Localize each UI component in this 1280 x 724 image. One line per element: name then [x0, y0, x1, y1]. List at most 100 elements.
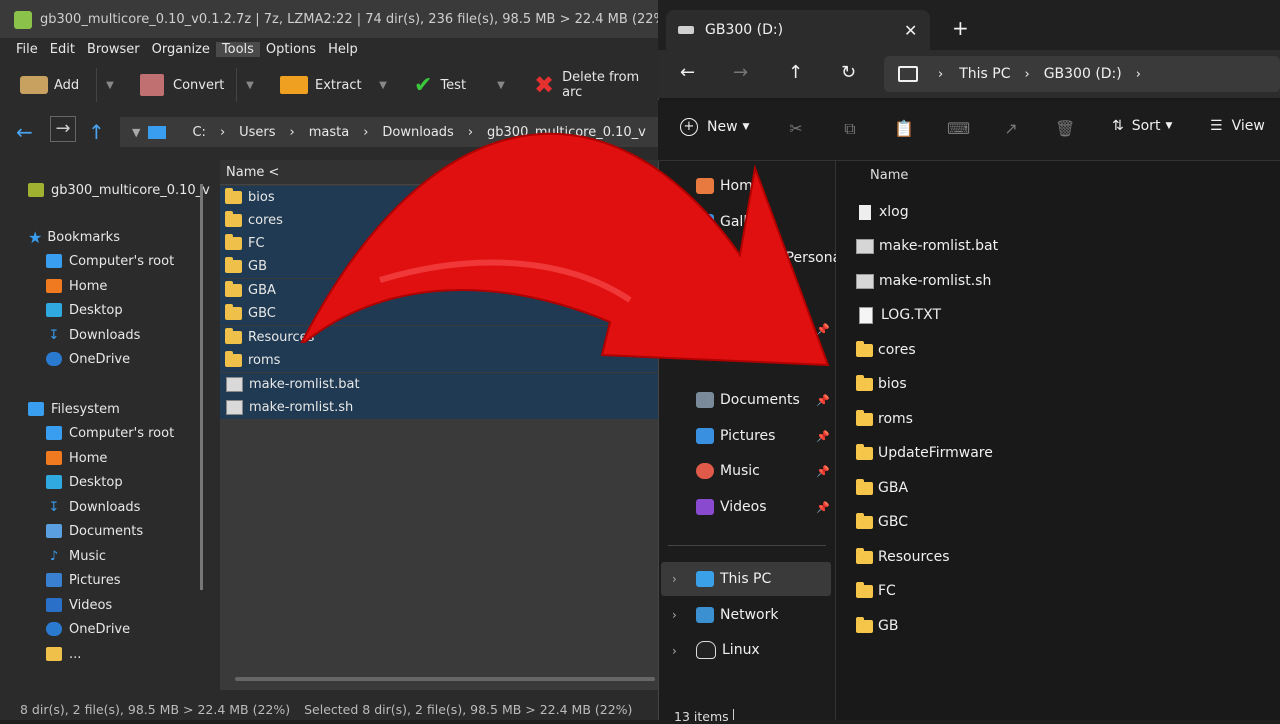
fs-item-desktop[interactable]: Desktop: [46, 471, 123, 493]
cloud-icon: [46, 352, 62, 366]
fs-item-more[interactable]: ...: [46, 643, 81, 665]
chevron-right-icon[interactable]: ›: [672, 608, 677, 622]
crumb-this-pc[interactable]: This PC: [959, 66, 1010, 82]
folder-item[interactable]: GBA: [856, 476, 908, 500]
menu-browser[interactable]: Browser: [81, 42, 146, 57]
fs-item-computers-root[interactable]: Computer's root: [46, 422, 174, 444]
tab-gb300[interactable]: GB300 (D:) ✕: [666, 10, 930, 50]
fs-item-downloads[interactable]: ↧ Downloads: [46, 496, 141, 518]
file-item-name: roms: [878, 411, 913, 427]
forward-arrow-icon[interactable]: →: [50, 116, 76, 142]
folder-item[interactable]: GBC: [856, 510, 908, 534]
folder-icon: [856, 409, 873, 426]
file-item[interactable]: xlog: [856, 200, 909, 224]
pin-icon[interactable]: 📌: [816, 465, 830, 478]
left-title-bar: gb300_multicore_0.10_v0.1.2.7z | 7z, LZM…: [0, 0, 671, 38]
status-selected: Selected 8 dir(s), 2 file(s), 98.5 MB > …: [304, 701, 633, 717]
crumb-gb300[interactable]: GB300 (D:): [1044, 66, 1122, 82]
fs-item-documents[interactable]: Documents: [46, 520, 143, 542]
red-arrow-graphic: [300, 132, 830, 367]
view-icon: ☰: [1210, 118, 1223, 134]
sidebar-item-computers-root[interactable]: Computer's root: [46, 250, 174, 272]
fs-item-onedrive[interactable]: OneDrive: [46, 618, 130, 640]
pin-icon[interactable]: 📌: [816, 430, 830, 443]
address-bar[interactable]: › This PC › GB300 (D:) ›: [884, 56, 1280, 92]
file-item-name: cores: [878, 342, 916, 358]
folder-item[interactable]: GB: [856, 614, 898, 638]
menu-file[interactable]: File: [10, 42, 44, 57]
bookmarks-header[interactable]: ★ Bookmarks: [28, 226, 120, 248]
folder-item[interactable]: Resources: [856, 545, 950, 569]
linux-penguin-icon: [696, 641, 716, 659]
nav-item-pictures[interactable]: Pictures: [696, 424, 775, 448]
folder-icon: [856, 443, 873, 460]
up-arrow-icon[interactable]: ↑: [88, 120, 105, 144]
fs-item-label: Videos: [69, 597, 113, 613]
nav-item-label: Network: [720, 607, 779, 623]
file-item[interactable]: make-romlist.sh: [856, 269, 991, 293]
fs-item-videos[interactable]: Videos: [46, 594, 112, 616]
file-item[interactable]: make-romlist.bat: [856, 234, 998, 258]
file-item-name: xlog: [879, 204, 909, 220]
file-item-name: make-romlist.bat: [879, 238, 999, 254]
sidebar-item-onedrive[interactable]: OneDrive: [46, 348, 130, 370]
back-arrow-icon[interactable]: ←: [16, 120, 33, 144]
crumb-c[interactable]: C:: [192, 125, 205, 140]
sort-label: Sort: [1131, 118, 1161, 134]
nav-item-label: Linux: [722, 642, 760, 658]
horizontal-scrollbar[interactable]: [235, 677, 655, 681]
chevron-right-icon[interactable]: ›: [672, 644, 677, 658]
convert-icon: [140, 74, 164, 96]
fs-item-music[interactable]: ♪ Music: [46, 545, 106, 567]
folder-item[interactable]: roms: [856, 407, 913, 431]
music-note-icon: ♪: [49, 549, 59, 564]
network-icon: [696, 607, 714, 623]
fs-item-home[interactable]: Home: [46, 447, 107, 469]
sidebar-archive[interactable]: gb300_multicore_0.10_v: [28, 179, 210, 201]
add-button[interactable]: Add: [20, 68, 79, 102]
share-icon[interactable]: ↗: [1001, 119, 1021, 139]
sort-button[interactable]: ⇅ Sort ▼: [1112, 118, 1172, 134]
folder-item[interactable]: cores: [856, 338, 916, 362]
file-item[interactable]: LOG.TXT: [856, 303, 941, 327]
sidebar-item-label: Downloads: [69, 327, 141, 343]
chevron-down-icon[interactable]: ▼: [132, 126, 140, 139]
pin-icon[interactable]: 📌: [816, 501, 830, 514]
menu-organize[interactable]: Organize: [146, 42, 216, 57]
close-icon[interactable]: ✕: [904, 21, 917, 40]
rename-icon[interactable]: ⌨: [947, 119, 970, 139]
filesystem-header[interactable]: Filesystem: [28, 398, 120, 420]
sidebar-item-home[interactable]: Home: [46, 275, 107, 297]
nav-item-linux[interactable]: Linux: [696, 638, 760, 662]
nav-item-videos[interactable]: Videos: [696, 495, 767, 519]
file-item-name: Resources: [878, 549, 950, 565]
chevron-right-icon[interactable]: ›: [672, 572, 677, 586]
music-icon: [696, 463, 714, 479]
delete-icon[interactable]: 🗑: [1055, 119, 1075, 139]
chevron-down-icon: ▼: [1165, 121, 1173, 131]
menu-help[interactable]: Help: [322, 42, 364, 57]
convert-label: Convert: [173, 77, 225, 93]
nav-item-music[interactable]: Music: [696, 459, 760, 483]
sidebar-item-desktop[interactable]: Desktop: [46, 299, 123, 321]
sidebar-item-downloads[interactable]: ↧ Downloads: [46, 324, 141, 346]
folder-item[interactable]: bios: [856, 372, 907, 396]
paste-icon[interactable]: 📋: [894, 119, 914, 139]
sidebar-item-label: Home: [69, 278, 108, 294]
menu-edit[interactable]: Edit: [44, 42, 81, 57]
menu-options[interactable]: Options: [260, 42, 322, 57]
column-header-name[interactable]: Name: [870, 168, 908, 183]
view-button[interactable]: ☰ View: [1210, 118, 1265, 134]
folder-item[interactable]: UpdateFirmware: [856, 441, 993, 465]
nav-item-network[interactable]: Network: [696, 603, 778, 627]
convert-button[interactable]: Convert: [140, 68, 224, 102]
text-file-icon: [859, 306, 873, 324]
menu-tools[interactable]: Tools: [215, 41, 260, 57]
nav-item-this-pc[interactable]: This PC: [696, 567, 771, 591]
sidebar-scrollbar[interactable]: [200, 184, 203, 590]
folder-item[interactable]: FC: [856, 579, 896, 603]
new-tab-icon[interactable]: +: [952, 16, 969, 40]
add-dropdown[interactable]: ▼: [96, 68, 123, 102]
fs-item-pictures[interactable]: Pictures: [46, 569, 120, 591]
desktop-icon: [46, 475, 62, 489]
